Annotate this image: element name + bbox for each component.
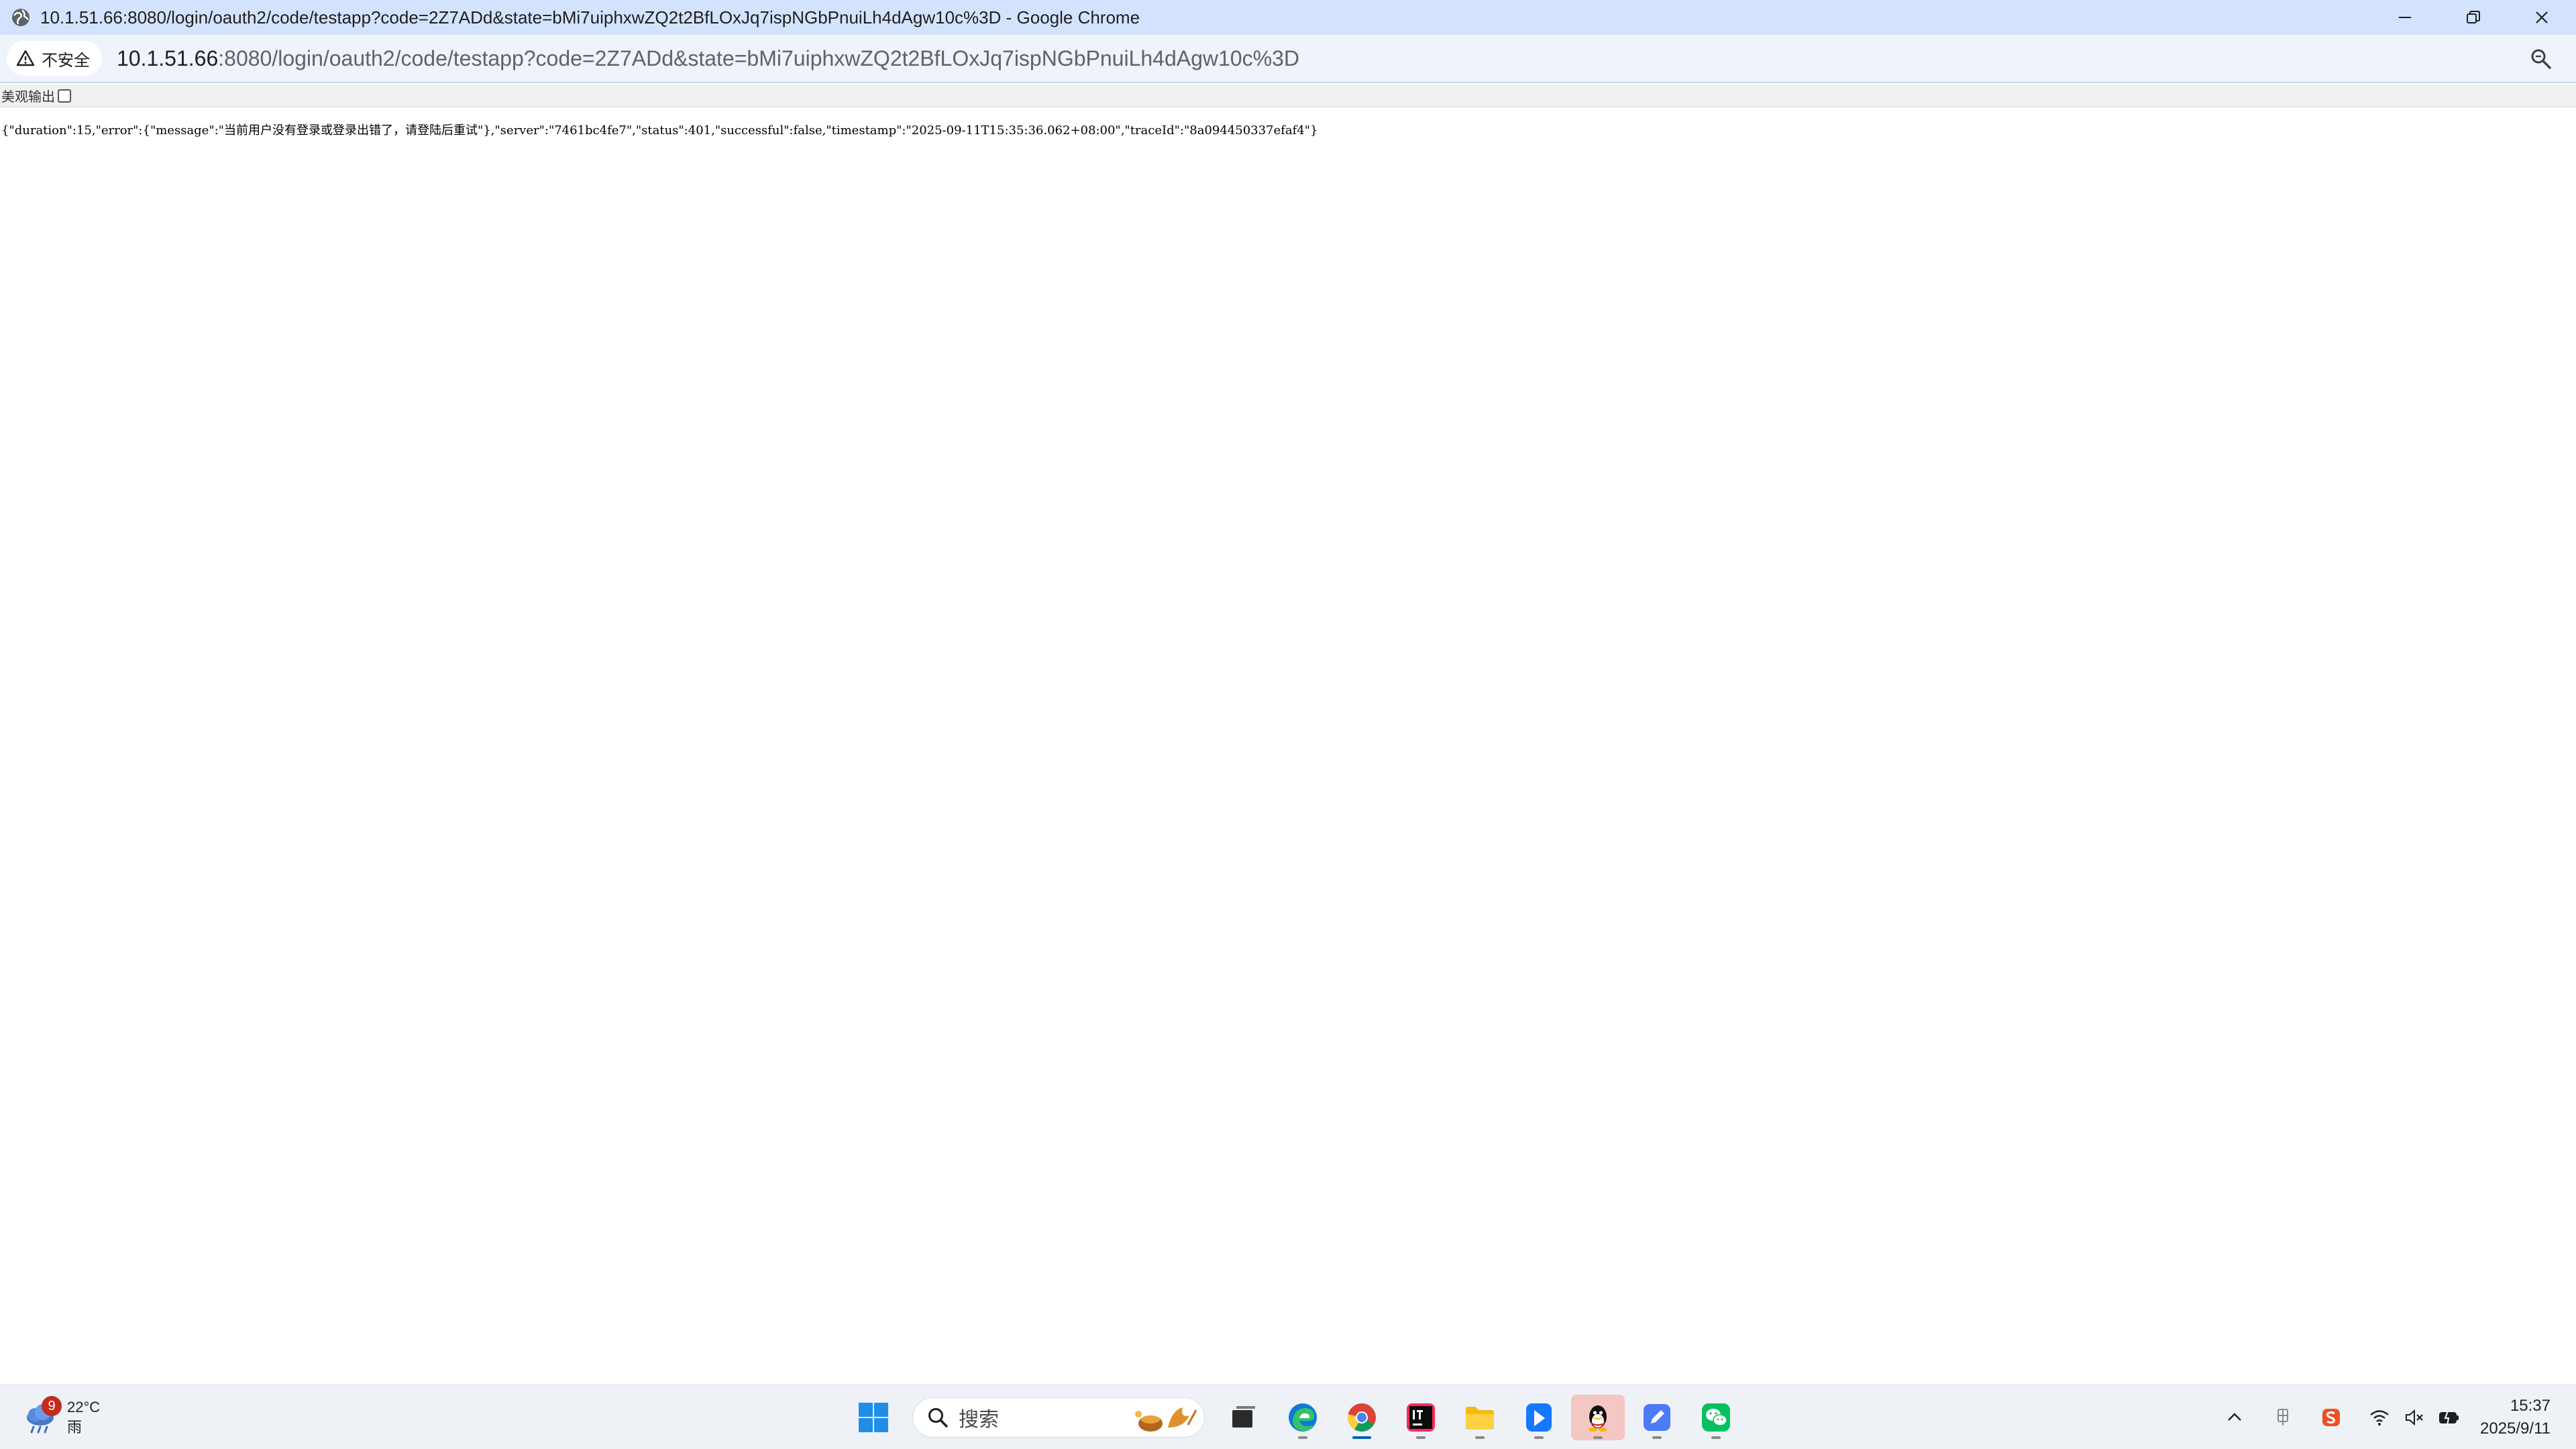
chrome-title-bar[interactable]: 10.1.51.66:8080/login/oauth2/code/testap… xyxy=(0,0,2576,35)
url-host: 10.1.51.66 xyxy=(117,46,219,70)
search-placeholder: 搜索 xyxy=(959,1409,999,1431)
taskbar-feishu[interactable] xyxy=(1512,1395,1566,1440)
battery-button[interactable] xyxy=(2433,1401,2465,1434)
speaker-muted-icon xyxy=(2406,1409,2423,1426)
url-input[interactable]: 10.1.51.66:8080/login/oauth2/code/testap… xyxy=(117,46,1299,71)
json-response-body: {"duration":15,"error":{"message":"当前用户没… xyxy=(1,123,1318,138)
clock-date: 2025/9/11 xyxy=(2480,1419,2551,1438)
taskbar-wechat[interactable] xyxy=(1689,1395,1743,1440)
wifi-icon xyxy=(2370,1410,2389,1426)
start-button[interactable] xyxy=(847,1395,900,1440)
intellij-running-indicator xyxy=(1416,1436,1426,1439)
chrome-browser-icon xyxy=(1347,1403,1376,1432)
search-icon xyxy=(928,1408,948,1428)
close-icon xyxy=(2536,11,2548,23)
qq-running-indicator xyxy=(1593,1436,1603,1439)
weather-badge: 9 xyxy=(42,1396,62,1416)
folder-icon xyxy=(1466,1407,1494,1430)
restore-icon xyxy=(2467,11,2480,23)
weather-icon-wrap: 9 xyxy=(21,1396,62,1436)
taskbar-qq[interactable] xyxy=(1571,1395,1625,1440)
wechat-running-indicator xyxy=(1711,1436,1721,1439)
pretty-print-checkbox[interactable] xyxy=(58,89,71,103)
edge-browser-icon xyxy=(1289,1403,1317,1432)
zoom-magnifier-icon xyxy=(2531,49,2551,69)
notes-running-indicator xyxy=(1652,1436,1662,1439)
ime-button[interactable] xyxy=(2267,1401,2299,1434)
minimize-button[interactable] xyxy=(2371,0,2439,35)
search-highlight-artwork-icon xyxy=(1135,1407,1197,1432)
network-button[interactable] xyxy=(2363,1401,2396,1434)
intellij-idea-icon xyxy=(1407,1403,1435,1432)
taskbar-search-box[interactable]: 搜索 xyxy=(912,1397,1205,1438)
wechat-icon xyxy=(1702,1403,1730,1432)
windows-logo-icon xyxy=(859,1403,888,1432)
warning-icon xyxy=(16,50,35,66)
url-path: :8080/login/oauth2/code/testapp?code=2Z7… xyxy=(218,46,1299,70)
blue-app-icon xyxy=(1526,1403,1552,1432)
windows-taskbar: 9 22°C 雨 搜索 15:37 2025/9/11 xyxy=(0,1385,2576,1449)
address-bar: 不安全 10.1.51.66:8080/login/oauth2/code/te… xyxy=(0,35,2576,83)
site-security-chip[interactable]: 不安全 xyxy=(7,41,102,76)
qq-penguin-icon xyxy=(1589,1405,1607,1432)
globe-favicon-icon xyxy=(12,9,30,26)
restore-button[interactable] xyxy=(2439,0,2508,35)
clock-time: 15:37 xyxy=(2510,1397,2551,1415)
window-title: 10.1.51.66:8080/login/oauth2/code/testap… xyxy=(40,7,1140,28)
taskbar-intellij[interactable] xyxy=(1394,1395,1448,1440)
weather-condition: 雨 xyxy=(67,1419,83,1436)
zoom-button[interactable] xyxy=(2526,44,2556,74)
feishu-running-indicator xyxy=(1534,1436,1544,1439)
taskbar-notes[interactable] xyxy=(1630,1395,1684,1440)
weather-widget[interactable]: 9 22°C 雨 xyxy=(21,1396,100,1439)
sogou-ime-button[interactable] xyxy=(2315,1401,2347,1434)
close-button[interactable] xyxy=(2508,0,2576,35)
weather-temperature: 22°C xyxy=(67,1399,101,1415)
battery-charging-icon xyxy=(2439,1409,2459,1426)
input-method-icon xyxy=(2277,1409,2288,1426)
edge-running-indicator xyxy=(1298,1436,1307,1439)
taskbar-task-view[interactable] xyxy=(1217,1395,1271,1440)
note-pen-icon xyxy=(1644,1404,1670,1431)
taskbar-apps: 搜索 xyxy=(847,1395,1748,1440)
explorer-running-indicator xyxy=(1475,1436,1485,1439)
volume-button[interactable] xyxy=(2398,1401,2430,1434)
page-content: 美观输出 {"duration":15,"error":{"message":"… xyxy=(0,85,2576,1385)
security-label: 不安全 xyxy=(42,51,90,70)
taskbar-clock[interactable]: 15:37 2025/9/11 xyxy=(2480,1395,2551,1440)
system-tray: 15:37 2025/9/11 xyxy=(2218,1385,2576,1449)
pretty-print-label: 美观输出 xyxy=(1,89,55,105)
json-pretty-print-bar: 美观输出 xyxy=(0,85,2576,107)
task-view-icon xyxy=(1232,1406,1255,1428)
sogou-s-icon xyxy=(2322,1409,2340,1426)
chrome-active-indicator xyxy=(1352,1436,1371,1439)
taskbar-chrome[interactable] xyxy=(1335,1395,1389,1440)
minimize-icon xyxy=(2399,17,2411,18)
taskbar-file-explorer[interactable] xyxy=(1453,1395,1507,1440)
taskbar-edge[interactable] xyxy=(1276,1395,1330,1440)
show-hidden-icons-button[interactable] xyxy=(2218,1401,2251,1434)
chevron-up-icon xyxy=(2228,1413,2241,1421)
